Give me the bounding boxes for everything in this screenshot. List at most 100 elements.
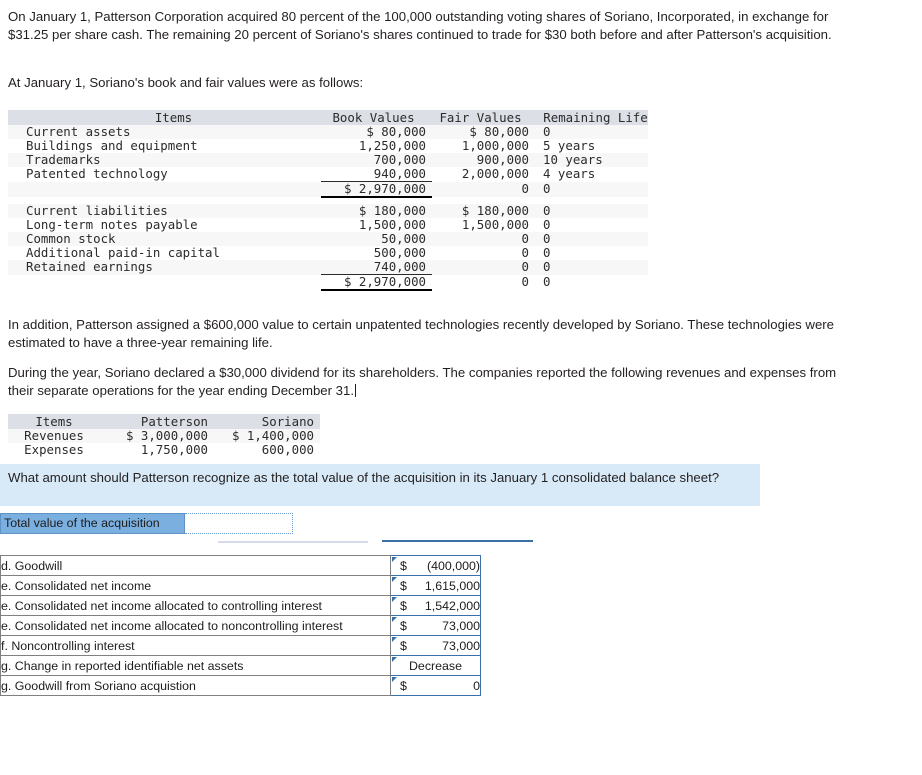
- currency-symbol: $: [400, 638, 407, 653]
- book-fair-values-liabilities-table: Current liabilities $ 180,000 $ 180,000 …: [8, 204, 648, 291]
- row-patterson-value: $ 3,000,000: [125, 428, 208, 443]
- column-header-items: Items: [8, 414, 100, 429]
- row-fair-value: 0: [521, 231, 529, 246]
- result-value-inner: $ 0: [391, 677, 480, 695]
- row-label: Current assets: [26, 124, 131, 139]
- during-year-text: During the year, Soriano declared a $30,…: [8, 365, 837, 398]
- currency-symbol: $: [400, 678, 407, 693]
- row-book-value: $ 180,000: [358, 203, 426, 218]
- row-fair-value: 900,000: [476, 152, 529, 167]
- row-book-value: 700,000: [373, 152, 426, 167]
- table-row: Retained earnings 740,000 0 0: [8, 260, 648, 275]
- row-label: Retained earnings: [26, 259, 153, 275]
- row-remaining-life: 4 years: [543, 166, 596, 182]
- row-label: Long-term notes payable: [26, 217, 198, 232]
- intro-paragraph: On January 1, Patterson Corporation acqu…: [8, 9, 832, 42]
- comment-marker-icon: [392, 617, 397, 622]
- result-value-inner: $ 1,615,000: [391, 577, 480, 595]
- result-value-cell[interactable]: $ 73,000: [390, 635, 481, 656]
- row-remaining-life: 5 years: [543, 138, 596, 153]
- row-fair-value: 0: [521, 259, 529, 275]
- table-row: d. Goodwill $ (400,000): [0, 555, 481, 576]
- result-amount: (400,000): [426, 558, 480, 573]
- table-row: Revenues $ 3,000,000 $ 1,400,000: [8, 429, 320, 443]
- column-header-patterson: Patterson: [100, 414, 214, 429]
- comment-marker-icon: [392, 637, 397, 642]
- comment-marker-icon: [392, 597, 397, 602]
- row-label: Additional paid-in capital: [26, 245, 220, 260]
- divider-rule-blue: [382, 540, 533, 542]
- row-remaining-life: 0: [543, 217, 551, 232]
- row-soriano-value: 600,000: [261, 442, 314, 457]
- comment-marker-icon: [392, 577, 397, 582]
- row-book-value: 740,000: [373, 259, 426, 274]
- result-label: e. Consolidated net income allocated to …: [0, 595, 391, 616]
- result-amount: 73,000: [442, 638, 480, 653]
- row-label: Common stock: [26, 231, 116, 246]
- table-row: Additional paid-in capital 500,000 0 0: [8, 246, 648, 260]
- result-amount: 0: [473, 678, 480, 693]
- row-book-value: 500,000: [373, 245, 426, 260]
- column-header-fair-values: Fair Values: [432, 110, 535, 125]
- row-fair-value: 0: [521, 245, 529, 260]
- row-label: Revenues: [24, 428, 84, 443]
- comment-marker-icon: [392, 677, 397, 682]
- result-value-cell[interactable]: $ 1,542,000: [390, 595, 481, 616]
- row-label: Current liabilities: [26, 203, 168, 218]
- currency-symbol: $: [400, 598, 407, 613]
- total-value-input[interactable]: [185, 513, 293, 534]
- row-remaining-life: 0: [543, 124, 551, 139]
- table-row: Expenses 1,750,000 600,000: [8, 443, 320, 457]
- result-value-cell[interactable]: Decrease: [390, 655, 481, 676]
- results-table: d. Goodwill $ (400,000) e. Consolidated …: [0, 555, 481, 696]
- table-row: g. Goodwill from Soriano acquistion $ 0: [0, 675, 481, 696]
- text-caret: [355, 384, 357, 397]
- result-label: d. Goodwill: [0, 555, 391, 576]
- row-label: Patented technology: [26, 166, 168, 182]
- table-header-row: Items Patterson Soriano: [8, 414, 320, 429]
- revenues-expenses-table: Items Patterson Soriano Revenues $ 3,000…: [8, 414, 320, 457]
- row-label: [8, 182, 321, 198]
- row-book-value: 50,000: [381, 231, 426, 246]
- total-book-value: $ 2,970,000: [321, 274, 432, 291]
- column-header-book-values: Book Values: [321, 110, 432, 125]
- total-remaining-life: 0: [543, 274, 551, 290]
- result-value-cell[interactable]: $ 73,000: [390, 615, 481, 636]
- total-book-value: $ 2,970,000: [321, 181, 432, 198]
- addition-paragraph: In addition, Patterson assigned a $600,0…: [8, 317, 835, 350]
- column-header-soriano: Soriano: [214, 414, 320, 429]
- row-remaining-life: 0: [543, 245, 551, 260]
- row-label: Expenses: [24, 442, 84, 457]
- table-row: g. Change in reported identifiable net a…: [0, 655, 481, 676]
- result-value-cell[interactable]: $ 0: [390, 675, 481, 696]
- row-fair-value: $ 180,000: [461, 203, 529, 218]
- row-book-value: 940,000: [373, 166, 426, 181]
- result-value-cell[interactable]: $ 1,615,000: [390, 575, 481, 596]
- table-row: e. Consolidated net income $ 1,615,000: [0, 575, 481, 596]
- liabilities-total-row: $ 2,970,000 0 0: [8, 274, 648, 291]
- total-fair-value: 0: [521, 181, 529, 197]
- row-label: [8, 275, 321, 291]
- result-label: g. Goodwill from Soriano acquistion: [0, 675, 391, 696]
- result-value-inner: Decrease: [391, 657, 480, 675]
- total-fair-value: 0: [521, 274, 529, 290]
- table-row: Trademarks 700,000 900,000 10 years: [8, 153, 648, 167]
- result-amount: 1,615,000: [424, 578, 480, 593]
- subintro-paragraph: At January 1, Soriano's book and fair va…: [8, 75, 364, 90]
- book-fair-values-assets-table: Items Book Values Fair Values Remaining …: [8, 110, 648, 198]
- result-label: e. Consolidated net income: [0, 575, 391, 596]
- row-fair-value: 2,000,000: [461, 166, 529, 182]
- table-row: f. Noncontrolling interest $ 73,000: [0, 635, 481, 656]
- table-row: Patented technology 940,000 2,000,000 4 …: [8, 167, 648, 182]
- result-value-cell[interactable]: $ (400,000): [390, 555, 481, 576]
- row-book-value: 1,250,000: [358, 138, 426, 153]
- row-patterson-value: 1,750,000: [140, 442, 208, 457]
- row-remaining-life: 10 years: [543, 152, 603, 167]
- table-row: Buildings and equipment 1,250,000 1,000,…: [8, 139, 648, 153]
- row-remaining-life: 0: [543, 231, 551, 246]
- result-value-inner: $ 73,000: [391, 617, 480, 635]
- result-amount: 73,000: [442, 618, 480, 633]
- result-value-inner: $ 1,542,000: [391, 597, 480, 615]
- total-remaining-life: 0: [543, 181, 551, 197]
- table-header-row: Items Book Values Fair Values Remaining …: [8, 110, 648, 125]
